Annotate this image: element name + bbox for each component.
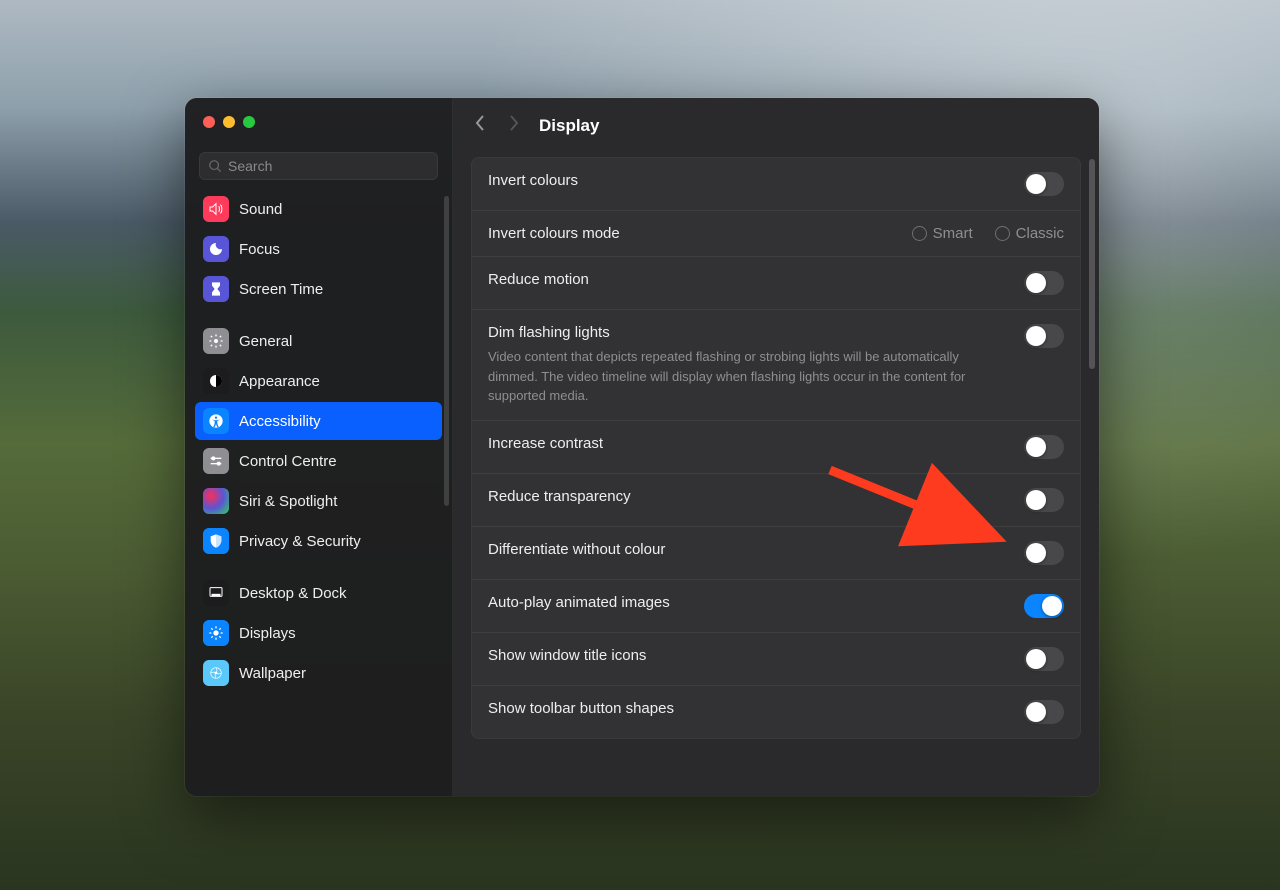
sidebar-item-wallpaper[interactable]: Wallpaper xyxy=(195,654,442,692)
setting-label: Reduce motion xyxy=(488,271,1004,288)
control-centre-icon xyxy=(203,448,229,474)
sidebar-item-general[interactable]: General xyxy=(195,322,442,360)
privacy-icon xyxy=(203,528,229,554)
sidebar-item-control-centre[interactable]: Control Centre xyxy=(195,442,442,480)
sidebar-item-displays[interactable]: Displays xyxy=(195,614,442,652)
invert-mode-smart-radio[interactable]: Smart xyxy=(912,225,973,242)
nav-forward-button[interactable] xyxy=(507,114,521,137)
setting-row-differentiate-without-colour: Differentiate without colour xyxy=(472,527,1080,580)
auto-play-animated-toggle[interactable] xyxy=(1024,594,1064,618)
sidebar-item-label: Desktop & Dock xyxy=(239,585,347,602)
sidebar-item-label: Control Centre xyxy=(239,453,337,470)
invert-mode-radio-group: Smart Classic xyxy=(912,225,1064,242)
reduce-transparency-toggle[interactable] xyxy=(1024,488,1064,512)
toolbar: Display xyxy=(453,98,1099,149)
sidebar-item-label: Appearance xyxy=(239,373,320,390)
general-icon xyxy=(203,328,229,354)
sidebar-item-appearance[interactable]: Appearance xyxy=(195,362,442,400)
setting-row-show-window-title-icons: Show window title icons xyxy=(472,633,1080,686)
nav-back-button[interactable] xyxy=(473,114,487,137)
setting-row-show-toolbar-button-shapes: Show toolbar button shapes xyxy=(472,686,1080,738)
sidebar-item-siri-spotlight[interactable]: Siri & Spotlight xyxy=(195,482,442,520)
sidebar-item-label: General xyxy=(239,333,292,350)
fullscreen-window-button[interactable] xyxy=(243,116,255,128)
radio-label: Classic xyxy=(1016,225,1064,242)
search-field[interactable] xyxy=(199,152,438,180)
minimize-window-button[interactable] xyxy=(223,116,235,128)
page-title: Display xyxy=(539,116,599,136)
setting-label: Show toolbar button shapes xyxy=(488,700,1004,717)
search-icon xyxy=(208,159,222,173)
accessibility-icon xyxy=(203,408,229,434)
sidebar: Sound Focus Screen Time General Appearan… xyxy=(185,98,453,796)
setting-label: Differentiate without colour xyxy=(488,541,1004,558)
search-input[interactable] xyxy=(228,158,429,174)
differentiate-without-colour-toggle[interactable] xyxy=(1024,541,1064,565)
reduce-motion-toggle[interactable] xyxy=(1024,271,1064,295)
setting-label: Invert colours xyxy=(488,172,1004,189)
content-scrollbar[interactable] xyxy=(1089,159,1095,369)
screen-time-icon xyxy=(203,276,229,302)
sidebar-item-desktop-dock[interactable]: Desktop & Dock xyxy=(195,574,442,612)
setting-label: Auto-play animated images xyxy=(488,594,1004,611)
setting-row-reduce-motion: Reduce motion xyxy=(472,257,1080,310)
increase-contrast-toggle[interactable] xyxy=(1024,435,1064,459)
sidebar-item-label: Siri & Spotlight xyxy=(239,493,337,510)
invert-colours-toggle[interactable] xyxy=(1024,172,1064,196)
sidebar-item-sound[interactable]: Sound xyxy=(195,190,442,228)
focus-icon xyxy=(203,236,229,262)
setting-row-invert-colours-mode: Invert colours mode Smart Classic xyxy=(472,211,1080,257)
setting-row-increase-contrast: Increase contrast xyxy=(472,421,1080,474)
radio-label: Smart xyxy=(933,225,973,242)
setting-label: Increase contrast xyxy=(488,435,1004,452)
setting-description: Video content that depicts repeated flas… xyxy=(488,347,1004,406)
desktop-dock-icon xyxy=(203,580,229,606)
show-window-title-icons-toggle[interactable] xyxy=(1024,647,1064,671)
sidebar-item-label: Screen Time xyxy=(239,281,323,298)
sidebar-item-label: Displays xyxy=(239,625,296,642)
setting-label: Reduce transparency xyxy=(488,488,1004,505)
settings-scroll-area[interactable]: Invert colours Invert colours mode Smart… xyxy=(453,149,1099,796)
setting-label: Dim flashing lights xyxy=(488,324,1004,341)
sidebar-item-label: Wallpaper xyxy=(239,665,306,682)
wallpaper-icon xyxy=(203,660,229,686)
sidebar-item-label: Accessibility xyxy=(239,413,321,430)
sidebar-item-label: Privacy & Security xyxy=(239,533,361,550)
setting-row-dim-flashing: Dim flashing lights Video content that d… xyxy=(472,310,1080,421)
window-controls xyxy=(185,98,452,144)
sidebar-item-label: Sound xyxy=(239,201,282,218)
sound-icon xyxy=(203,196,229,222)
sidebar-item-privacy-security[interactable]: Privacy & Security xyxy=(195,522,442,560)
siri-icon xyxy=(203,488,229,514)
setting-row-auto-play-animated: Auto-play animated images xyxy=(472,580,1080,633)
setting-row-invert-colours: Invert colours xyxy=(472,158,1080,211)
settings-group: Invert colours Invert colours mode Smart… xyxy=(471,157,1081,739)
sidebar-item-screen-time[interactable]: Screen Time xyxy=(195,270,442,308)
close-window-button[interactable] xyxy=(203,116,215,128)
sidebar-item-accessibility[interactable]: Accessibility xyxy=(195,402,442,440)
setting-row-reduce-transparency: Reduce transparency xyxy=(472,474,1080,527)
displays-icon xyxy=(203,620,229,646)
setting-label: Invert colours mode xyxy=(488,225,892,242)
setting-label: Show window title icons xyxy=(488,647,1004,664)
invert-mode-classic-radio[interactable]: Classic xyxy=(995,225,1064,242)
content-pane: Display Invert colours Invert colours mo… xyxy=(453,98,1099,796)
sidebar-scrollbar[interactable] xyxy=(444,196,449,506)
dim-flashing-toggle[interactable] xyxy=(1024,324,1064,348)
system-settings-window: Sound Focus Screen Time General Appearan… xyxy=(185,98,1099,796)
show-toolbar-button-shapes-toggle[interactable] xyxy=(1024,700,1064,724)
sidebar-list[interactable]: Sound Focus Screen Time General Appearan… xyxy=(185,190,452,796)
sidebar-item-focus[interactable]: Focus xyxy=(195,230,442,268)
sidebar-item-label: Focus xyxy=(239,241,280,258)
appearance-icon xyxy=(203,368,229,394)
